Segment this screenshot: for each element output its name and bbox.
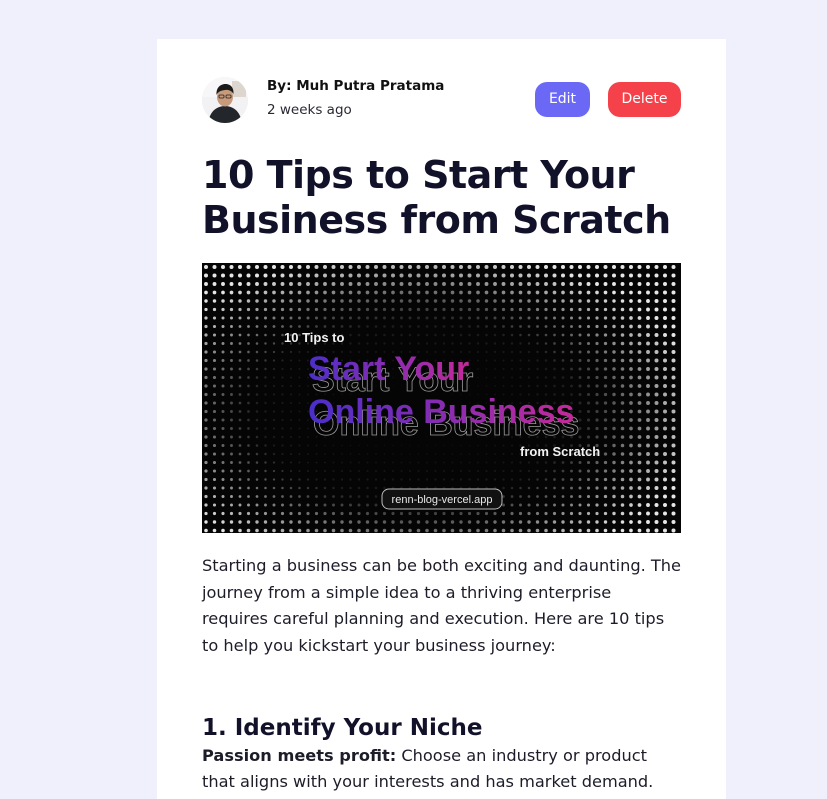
post-title: 10 Tips to Start Your Business from Scra… xyxy=(202,153,671,242)
hero-line1: Start Your xyxy=(308,350,469,388)
author-name: By: Muh Putra Pratama xyxy=(267,78,445,94)
post-card: By: Muh Putra Pratama 2 weeks ago Edit D… xyxy=(157,39,726,799)
hero-url-pill: renn-blog-vercel.app xyxy=(392,494,493,506)
hero-small-top: 10 Tips to xyxy=(284,330,345,345)
post-intro: Starting a business can be both exciting… xyxy=(202,556,682,655)
tip-lead: Passion meets profit: xyxy=(202,746,397,766)
post-date: 2 weeks ago xyxy=(267,102,352,118)
hero-small-bottom: from Scratch xyxy=(520,444,600,459)
hero-image: 10 Tips to Start Your Start Your Online … xyxy=(202,263,681,533)
author-avatar[interactable] xyxy=(202,77,248,123)
delete-button[interactable]: Delete xyxy=(608,82,681,117)
edit-button[interactable]: Edit xyxy=(535,82,590,117)
post-content: By: Muh Putra Pratama 2 weeks ago Edit D… xyxy=(202,77,681,795)
tip-heading: 1. Identify Your Niche xyxy=(202,715,483,742)
post-meta: By: Muh Putra Pratama 2 weeks ago Edit D… xyxy=(202,77,681,123)
hero-line2: Online Business xyxy=(308,393,574,431)
tip-body: Passion meets profit: Choose an industry… xyxy=(202,743,681,795)
